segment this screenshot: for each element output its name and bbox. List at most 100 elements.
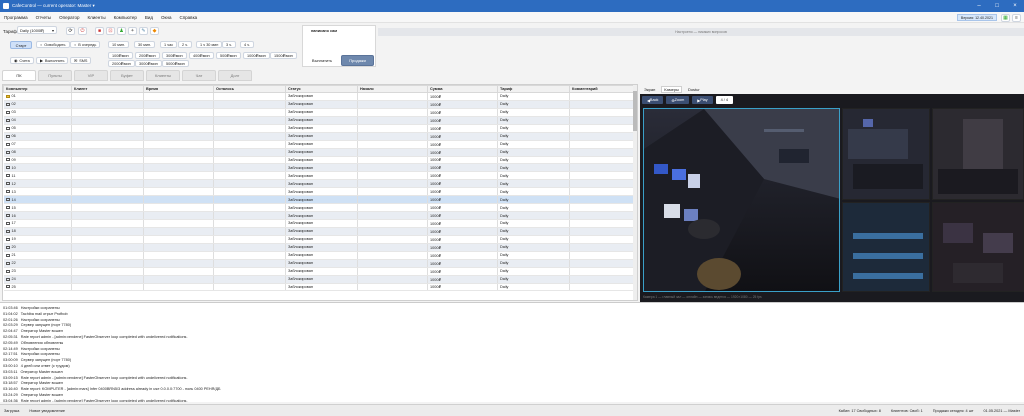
amount-chip[interactable]: 5000₽/мин (162, 60, 189, 67)
time-chip[interactable]: 30 мин. (134, 41, 156, 48)
table-row[interactable]: 24 Заблокирован 1000₽ Daily (3, 275, 635, 284)
tab-0[interactable]: ПК (2, 70, 36, 81)
table-row[interactable]: 11 Заблокирован 1000₽ Daily (3, 171, 635, 181)
table-row[interactable]: 06 Заблокирован 1000₽ Daily (3, 132, 635, 141)
camera-button[interactable]: ▶ Play (692, 96, 713, 104)
time-chip[interactable]: 4 ч. (240, 41, 255, 48)
tab-4[interactable]: Клиенты (146, 70, 180, 81)
menu-item[interactable]: Отчеты (36, 15, 52, 20)
table-row[interactable]: 08 Заблокирован 1000₽ Daily (3, 148, 635, 157)
column-header[interactable]: Время (143, 85, 214, 93)
table-row[interactable]: 09 Заблокирован 1000₽ Daily (3, 156, 635, 165)
time-chip[interactable]: 2 ч. (178, 41, 193, 48)
close-icon[interactable]: × (1006, 3, 1024, 9)
table-row[interactable]: 13 Заблокирован 1000₽ Daily (3, 187, 635, 197)
table-row[interactable]: 21 Заблокирован 1000₽ Daily (3, 251, 635, 260)
amount-chip[interactable]: 500₽/мин (216, 52, 241, 59)
menu-item[interactable]: Окна (161, 15, 171, 20)
camera-main-view[interactable] (643, 108, 840, 292)
column-header[interactable]: Тариф (497, 85, 570, 93)
table-row[interactable]: 04 Заблокирован 1000₽ Daily (3, 116, 635, 125)
fines-button[interactable]: Выплатить (305, 55, 339, 66)
power-icon[interactable]: ⏻ (78, 27, 87, 35)
time-chip[interactable]: 1 час (160, 41, 178, 48)
menu-item[interactable]: Справка (179, 15, 197, 20)
amount-chip[interactable]: 200₽/мин (135, 52, 160, 59)
camera-view-2[interactable] (842, 108, 930, 200)
column-header[interactable]: Начало (357, 85, 428, 93)
camera-button[interactable]: ⊕ Zoom (666, 96, 690, 104)
tariff-select[interactable]: Daily (1000₽) ▾ (17, 26, 57, 34)
table-row[interactable]: 15 Заблокирован 1000₽ Daily (3, 203, 635, 213)
table-row[interactable]: 22 Заблокирован 1000₽ Daily (3, 259, 635, 268)
free-button[interactable]: ○ Освободить (36, 41, 70, 48)
refresh-icon[interactable]: ⟳ (66, 27, 75, 35)
column-header[interactable]: Клиент (71, 85, 144, 93)
table-row[interactable]: 05 Заблокирован 1000₽ Daily (3, 124, 635, 133)
score-button[interactable]: ◉ Счета (10, 57, 34, 64)
amount-chip[interactable]: 1500₽/мин (270, 52, 297, 59)
menu-item[interactable]: Программа (4, 15, 28, 20)
camera-button[interactable]: ◀ Back (642, 96, 664, 104)
cart-icon[interactable]: ◆ (150, 27, 159, 35)
maximize-icon[interactable]: □ (988, 3, 1006, 9)
time-chip[interactable]: 1 ч 30 мин (196, 41, 223, 48)
table-row[interactable]: 12 Заблокирован 1000₽ Daily (3, 179, 635, 189)
column-header[interactable]: Сумма (427, 85, 498, 93)
amount-chip[interactable]: 400₽/мин (189, 52, 214, 59)
sms-button[interactable]: ✉ SMS (70, 57, 92, 64)
table-row[interactable]: 23 Заблокирован 1000₽ Daily (3, 267, 635, 276)
table-row[interactable]: 03 Заблокирован 1000₽ Daily (3, 108, 635, 117)
tab-6[interactable]: Долг (218, 70, 252, 81)
camera-button[interactable]: 4 / 4 (715, 96, 733, 104)
table-row[interactable]: 01 Заблокирован 1000₽ Daily (3, 92, 635, 101)
camera-view-3[interactable] (932, 108, 1024, 200)
amount-chip[interactable]: 1000₽/мин (243, 52, 270, 59)
table-row[interactable]: 25 Заблокирован 1000₽ Daily (3, 283, 635, 292)
menu-item[interactable]: Клиенты (88, 15, 106, 20)
camera-view-5[interactable] (932, 202, 1024, 292)
table-row[interactable]: 20 Заблокирован 1000₽ Daily (3, 243, 635, 252)
amount-chip[interactable]: 300₽/мин (162, 52, 187, 59)
column-header[interactable]: Осталось (213, 85, 286, 93)
table-row[interactable]: 19 Заблокирован 1000₽ Daily (3, 235, 635, 244)
camera-view-4[interactable] (842, 202, 930, 292)
stop-icon[interactable]: ■ (95, 27, 104, 35)
menu-item[interactable]: Вид (145, 15, 153, 20)
edit-icon[interactable]: ✎ (139, 27, 148, 35)
amount-chip[interactable]: 2000₽/мин (108, 60, 135, 67)
table-row[interactable]: 10 Заблокирован 1000₽ Daily (3, 163, 635, 173)
table-row[interactable]: 07 Заблокирован 1000₽ Daily (3, 140, 635, 149)
sell-button[interactable]: Продажи (341, 55, 374, 66)
menu-item[interactable]: Оператор (59, 15, 79, 20)
grid-icon[interactable]: ▦ (1001, 14, 1010, 22)
tab-5[interactable]: Чат (182, 70, 216, 81)
time-chip[interactable]: 10 мин. (108, 41, 130, 48)
start-button[interactable]: Старт (10, 41, 32, 49)
menu-item[interactable]: Компьютер (114, 15, 137, 20)
column-header[interactable]: Статус (285, 85, 358, 93)
column-header[interactable]: Компьютер (3, 85, 72, 93)
queue-button[interactable]: ○ В очередь (70, 41, 101, 48)
table-row[interactable]: 16 Заблокирован 1000₽ Daily (3, 211, 635, 220)
table-row[interactable]: 17 Заблокирован 1000₽ Daily (3, 219, 635, 228)
time-chip[interactable]: 3 ч. (222, 41, 237, 48)
camera-tab[interactable]: Dostur (688, 87, 700, 92)
tab-1[interactable]: Пульты (38, 70, 72, 81)
table-scrollbar[interactable] (633, 85, 637, 300)
minimize-icon[interactable]: – (970, 3, 988, 9)
settings-icon[interactable]: ✦ (128, 27, 137, 35)
camera-tab[interactable]: Экран (644, 87, 655, 92)
table-row[interactable]: 14 Заблокирован 1000₽ Daily (3, 195, 635, 205)
execute-button[interactable]: ▶ Выполнить (36, 57, 69, 64)
menu-icon[interactable]: ≡ (1012, 14, 1021, 22)
scrollbar-thumb[interactable] (633, 91, 637, 131)
lock-icon[interactable]: ⊡ (106, 27, 115, 35)
column-header[interactable]: Комментарий (569, 85, 635, 93)
camera-tab[interactable]: Камеры (661, 85, 682, 93)
table-row[interactable]: 02 Заблокирован 1000₽ Daily (3, 100, 635, 109)
tab-2[interactable]: VIP (74, 70, 108, 81)
amount-chip[interactable]: 3000₽/мин (135, 60, 162, 67)
tab-3[interactable]: Буфет (110, 70, 144, 81)
user-icon[interactable]: ♟ (117, 27, 126, 35)
